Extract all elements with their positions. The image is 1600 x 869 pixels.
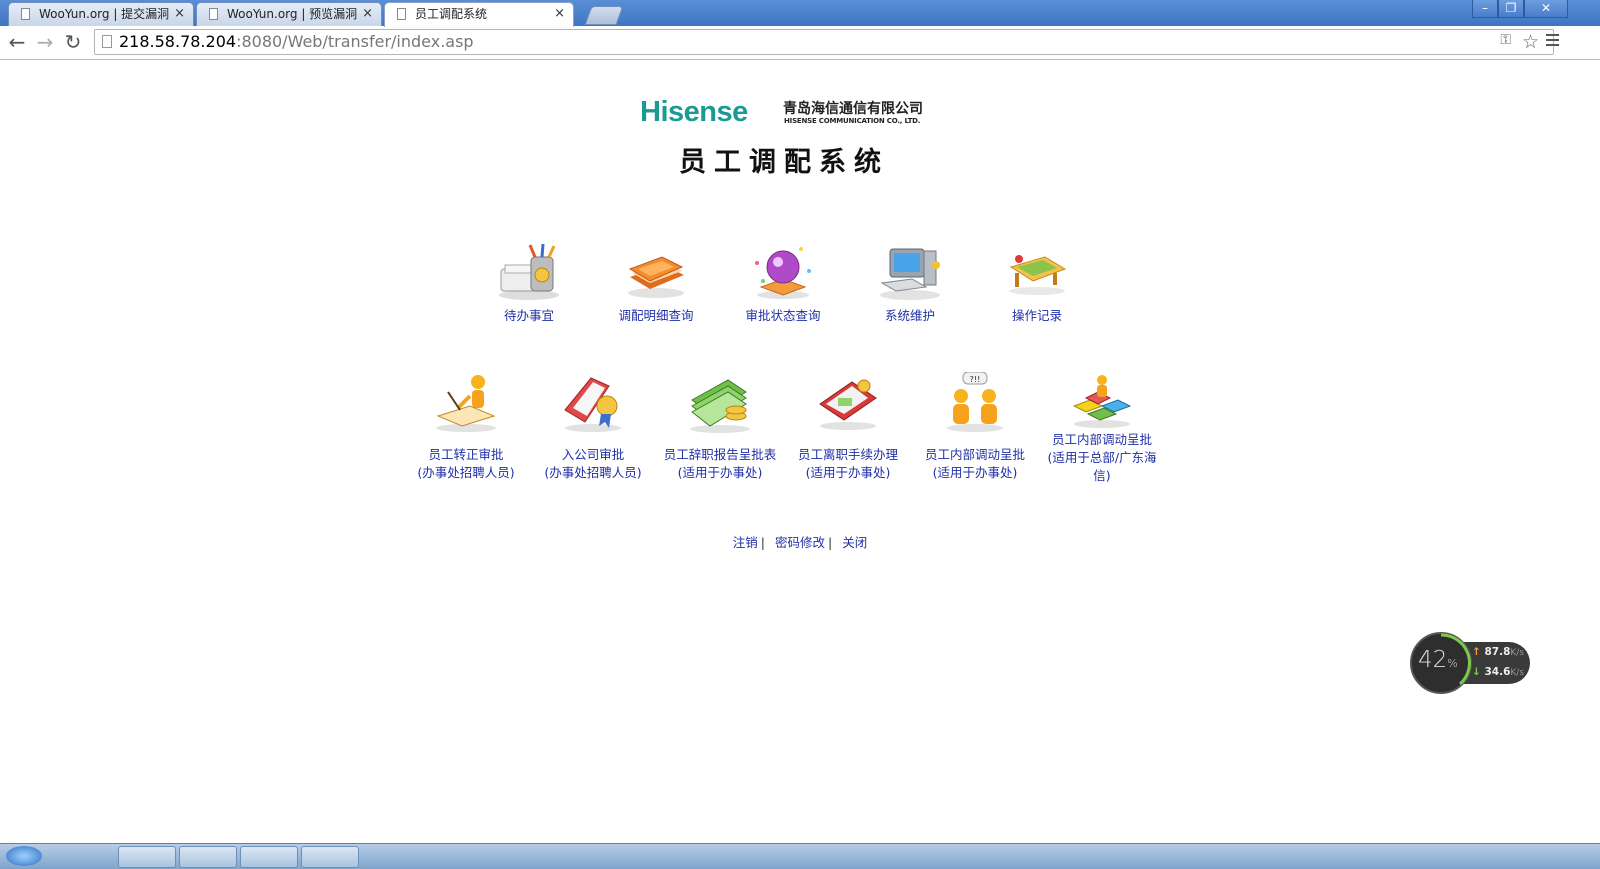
url-text[interactable]: 218.58.78.204:8080/Web/transfer/index.as…	[119, 30, 474, 54]
tab-title: 员工调配系统	[415, 7, 488, 21]
download-arrow-icon: ↓	[1472, 666, 1481, 678]
tab-transfer-system[interactable]: 员工调配系统 ×	[384, 2, 574, 27]
download-rate: ↓ 34.6K/s	[1472, 666, 1525, 678]
pending-tasks-icon	[499, 243, 559, 300]
menu-sublabel[interactable]: (适用于办事处)	[913, 464, 1037, 482]
close-icon: ✕	[1540, 1, 1552, 15]
records-icon	[1009, 255, 1067, 295]
certificate-icon	[564, 377, 621, 432]
network-speed-widget[interactable]: 42% ↑ 87.8K/s ↓ 34.6K/s	[1410, 632, 1530, 694]
reload-icon: ↻	[64, 30, 82, 54]
page-favicon-icon	[209, 8, 218, 20]
wallet-icon	[819, 379, 877, 430]
menu-sublabel[interactable]: (办事处招聘人员)	[404, 464, 528, 482]
minimize-icon: –	[1482, 1, 1488, 15]
menu-label[interactable]: 员工内部调动呈批	[1040, 431, 1164, 449]
bookmark-star-icon[interactable]: ☆	[1522, 30, 1539, 54]
page-favicon-icon	[397, 8, 406, 20]
tab-wooyun-submit[interactable]: WooYun.org | 提交漏洞 ×	[8, 2, 194, 26]
menu-label[interactable]: 操作记录	[975, 307, 1099, 325]
menu-resignation-report[interactable]: 员工辞职报告呈批表 (适用于办事处)	[658, 372, 782, 482]
taskbar-app-ie[interactable]	[179, 846, 237, 868]
tab-close-icon[interactable]: ×	[362, 3, 373, 25]
address-bar[interactable]: 218.58.78.204:8080/Web/transfer/index.as…	[94, 29, 1554, 55]
forward-arrow-icon: →	[36, 30, 54, 54]
menu-onboarding-approval[interactable]: 入公司审批 (办事处招聘人员)	[531, 372, 655, 482]
browser-toolbar: ← → ↻ 218.58.78.204:8080/Web/transfer/in…	[0, 26, 1600, 60]
tab-close-icon[interactable]: ×	[554, 3, 565, 25]
money-icon	[690, 379, 750, 433]
menu-label[interactable]: 入公司审批	[531, 446, 655, 464]
logout-link[interactable]: 注销	[733, 535, 758, 550]
menu-sublabel[interactable]: (适用于办事处)	[658, 464, 782, 482]
two-people-icon: ?!!	[947, 372, 1003, 432]
company-name-en: HISENSE COMMUNICATION CO., LTD.	[784, 117, 921, 125]
footer-links: 注销 | 密码修改 | 关闭	[732, 535, 868, 550]
menu-label[interactable]: 员工转正审批	[404, 446, 528, 464]
menu-system-maintenance[interactable]: 系统维护	[848, 243, 972, 325]
menu-sublabel[interactable]: (适用于总部/广东海	[1040, 449, 1164, 467]
menu-label[interactable]: 员工辞职报告呈批表	[658, 446, 782, 464]
computer-icon	[880, 248, 940, 300]
menu-sublabel[interactable]: (适用于办事处)	[786, 464, 910, 482]
brand-name: Hisense	[640, 96, 748, 128]
page-favicon-icon	[21, 8, 30, 20]
new-tab-button[interactable]	[584, 6, 624, 25]
svg-text:?!!: ?!!	[970, 375, 981, 384]
gauge-percent: 42%	[1418, 647, 1458, 673]
forward-button[interactable]: →	[33, 30, 57, 54]
change-password-link[interactable]: 密码修改	[775, 535, 825, 550]
menu-label[interactable]: 审批状态查询	[721, 307, 845, 325]
menu-operation-log[interactable]: 操作记录	[975, 243, 1099, 325]
restore-button[interactable]: ❐	[1498, 0, 1524, 18]
menu-label[interactable]: 调配明细查询	[594, 307, 718, 325]
taskbar-app-chrome[interactable]	[118, 846, 176, 868]
tab-title: WooYun.org | 预览漏洞	[227, 7, 358, 21]
close-link[interactable]: 关闭	[842, 535, 867, 550]
start-button-icon[interactable]	[6, 846, 42, 866]
upload-arrow-icon: ↑	[1472, 646, 1481, 658]
close-window-button[interactable]: ✕	[1524, 0, 1568, 18]
key-icon[interactable]: ⚿	[1500, 32, 1511, 48]
reload-button[interactable]: ↻	[61, 30, 85, 54]
books-icon	[628, 256, 684, 298]
back-arrow-icon: ←	[8, 30, 26, 54]
windows-taskbar	[0, 843, 1600, 869]
menu-internal-transfer-office[interactable]: ?!! 员工内部调动呈批 (适用于办事处)	[913, 372, 1037, 482]
menu-label[interactable]: 员工内部调动呈批	[913, 446, 1037, 464]
crystal-ball-icon	[755, 247, 811, 299]
menu-approval-status[interactable]: 审批状态查询	[721, 243, 845, 325]
menu-transfer-details[interactable]: 调配明细查询	[594, 243, 718, 325]
restore-icon: ❐	[1505, 1, 1517, 15]
menu-internal-transfer-hq[interactable]: 员工内部调动呈批 (适用于总部/广东海 信)	[1040, 372, 1164, 485]
menu-departure-procedures[interactable]: 员工离职手续办理 (适用于办事处)	[786, 372, 910, 482]
menu-pending-tasks[interactable]: 待办事宜	[467, 243, 591, 325]
page-title: 员工调配系统	[679, 147, 889, 178]
tab-close-icon[interactable]: ×	[174, 3, 185, 25]
chrome-menu-icon[interactable]	[1546, 34, 1559, 49]
page-icon	[102, 35, 112, 48]
browser-titlebar: WooYun.org | 提交漏洞 × WooYun.org | 预览漏洞 × …	[0, 0, 1600, 27]
team-blocks-icon	[1072, 375, 1132, 428]
taskbar-app-document[interactable]	[301, 846, 359, 868]
signing-person-icon	[436, 375, 496, 432]
upload-rate: ↑ 87.8K/s	[1472, 646, 1525, 658]
hisense-logo: Hisense 青岛海信通信有限公司 HISENSE COMMUNICATION…	[640, 96, 960, 132]
minimize-button[interactable]: –	[1472, 0, 1498, 18]
tab-title: WooYun.org | 提交漏洞	[39, 7, 170, 21]
menu-label[interactable]: 待办事宜	[467, 307, 591, 325]
menu-regularization-approval[interactable]: 员工转正审批 (办事处招聘人员)	[404, 372, 528, 482]
taskbar-app-explorer[interactable]	[240, 846, 298, 868]
company-name-cn: 青岛海信通信有限公司	[783, 101, 923, 117]
tab-wooyun-preview[interactable]: WooYun.org | 预览漏洞 ×	[196, 2, 382, 26]
menu-label[interactable]: 员工离职手续办理	[786, 446, 910, 464]
menu-sublabel[interactable]: (办事处招聘人员)	[531, 464, 655, 482]
menu-sublabel-cont[interactable]: 信)	[1040, 467, 1164, 485]
back-button[interactable]: ←	[5, 30, 29, 54]
menu-label[interactable]: 系统维护	[848, 307, 972, 325]
